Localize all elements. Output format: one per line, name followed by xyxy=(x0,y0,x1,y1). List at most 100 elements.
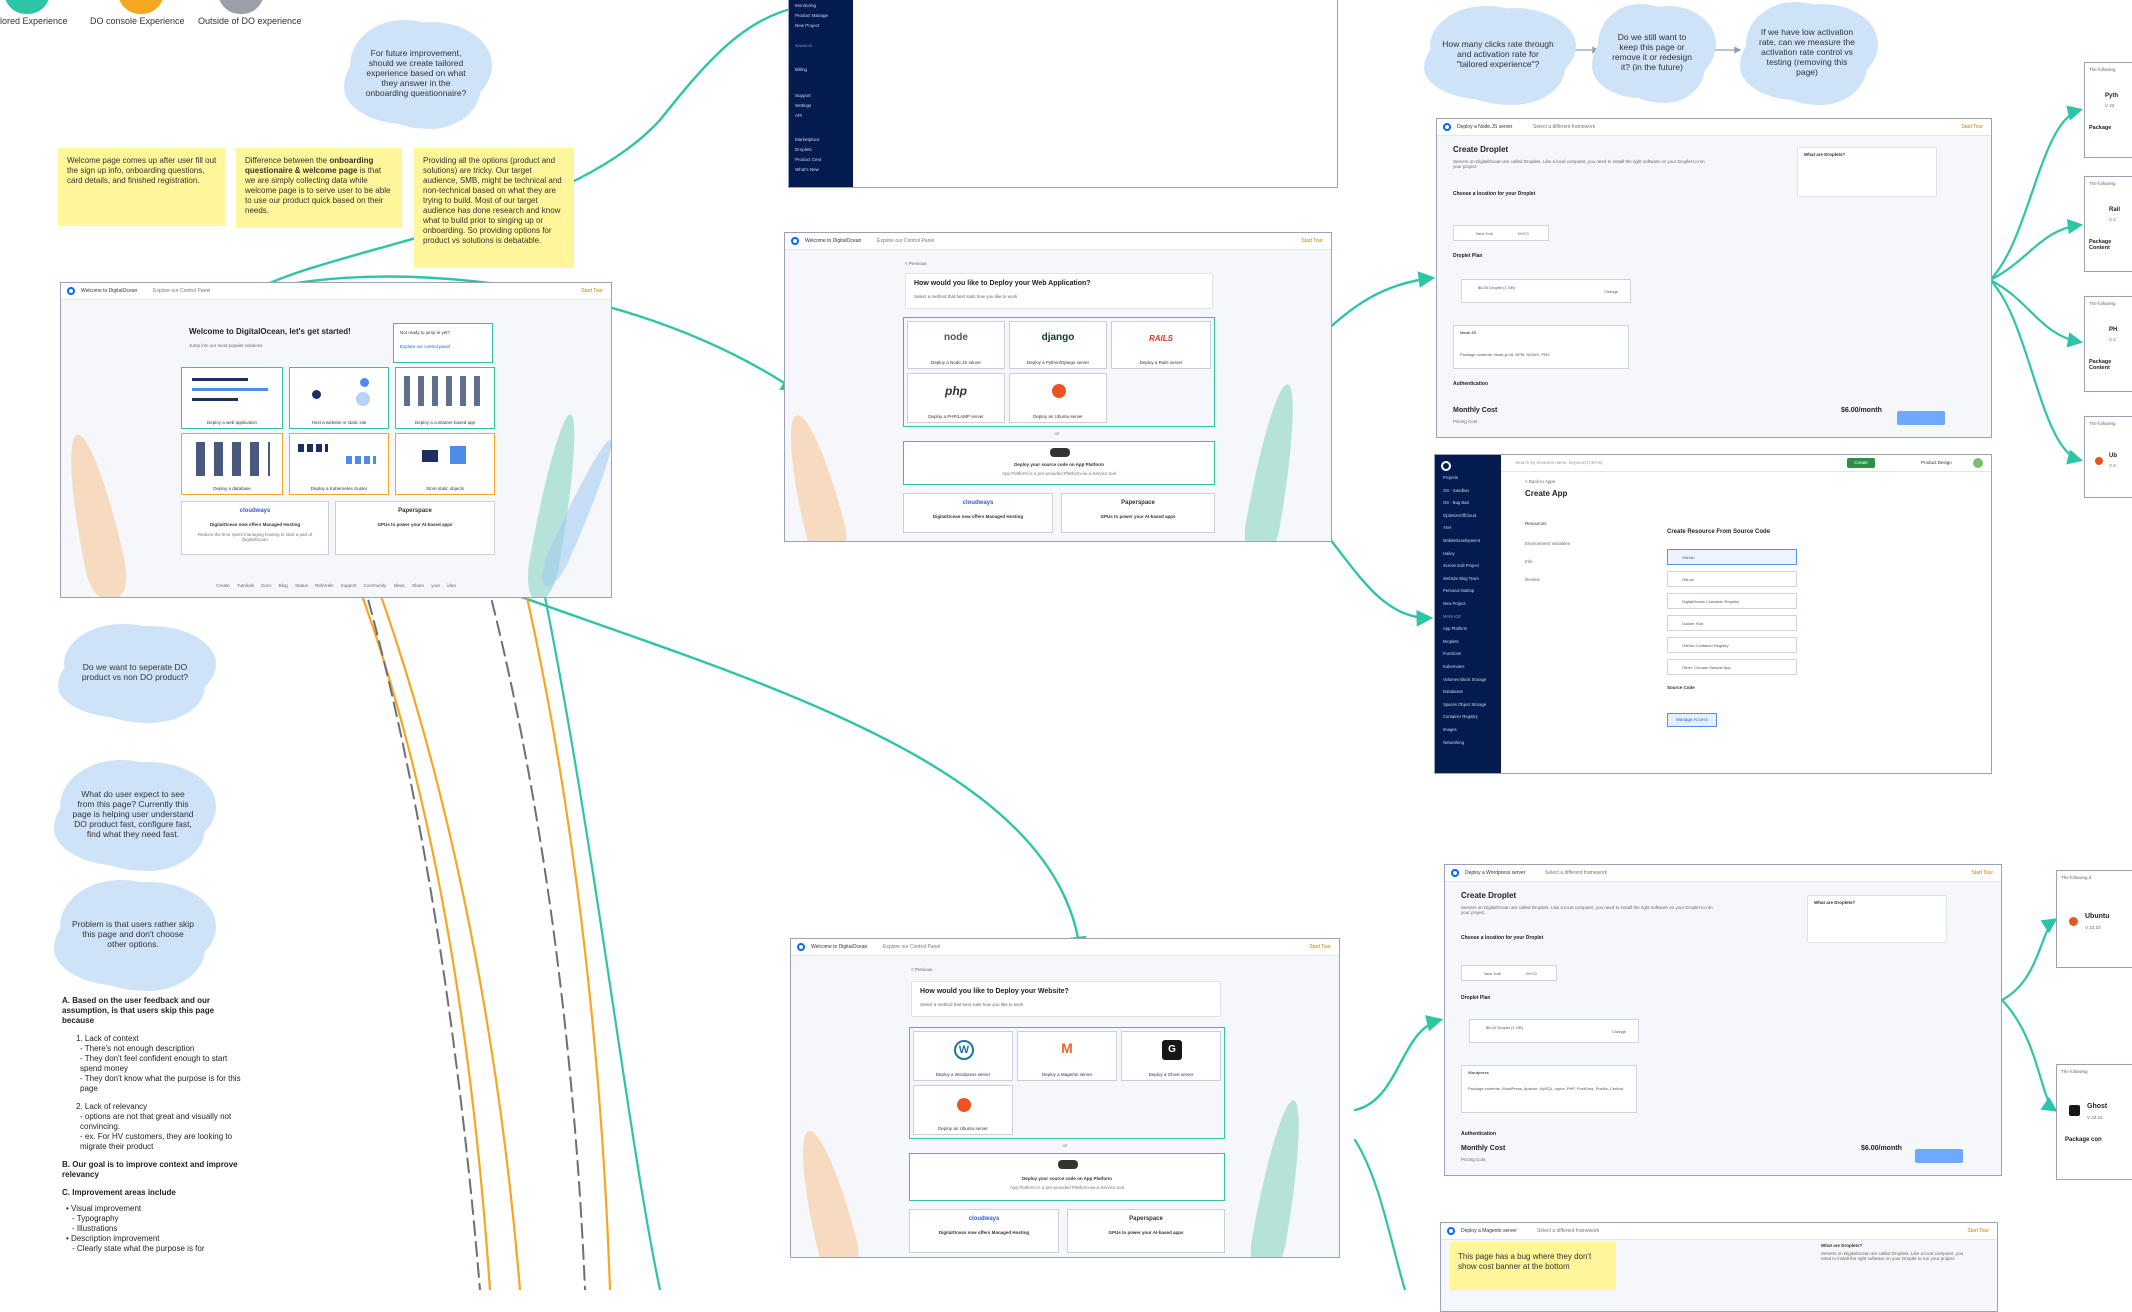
user-menu[interactable]: Product Design xyxy=(1921,460,1952,465)
frame-header-sub[interactable]: Explore our Control Panel xyxy=(153,288,210,294)
deploy-source-card[interactable]: Deploy your source code on App Platform … xyxy=(903,441,1215,485)
sidebar-item[interactable]: Images xyxy=(1443,727,1457,732)
not-ready-card[interactable]: Not ready to jump in yet? Explore our co… xyxy=(393,323,493,363)
sidebar-item[interactable]: What's New xyxy=(795,167,819,172)
step-item[interactable]: Environment Variables xyxy=(1525,541,1570,546)
sidebar-item[interactable]: OS - Sandbox xyxy=(1443,488,1469,493)
promo-paperspace[interactable]: Paperspace GPUs to power your AI-based a… xyxy=(1061,493,1215,533)
avatar[interactable] xyxy=(1973,458,1983,468)
back-link[interactable]: < Previous xyxy=(911,967,932,972)
footer-link[interactable]: Tutorials xyxy=(237,583,254,588)
sidebar-item[interactable]: Databases xyxy=(1443,689,1463,694)
sidebar-item[interactable]: Spaces Object Storage xyxy=(1443,702,1486,707)
promo-cloudways[interactable]: cloudways DigitalOcean now offers Manage… xyxy=(181,501,329,555)
promo-paperspace[interactable]: Paperspace GPUs to power your AI-based a… xyxy=(335,501,495,555)
sidebar-item[interactable]: New Project xyxy=(1443,601,1466,606)
breadcrumb[interactable]: < Back to Apps xyxy=(1525,479,1555,484)
provider-option[interactable]: GitHub Container Registry xyxy=(1667,637,1797,653)
step-item[interactable]: Review xyxy=(1525,577,1540,582)
option-card-web-app[interactable]: Deploy a web application xyxy=(181,367,283,429)
footer-link[interactable]: Create xyxy=(216,583,230,588)
sidebar-item[interactable]: App Platform xyxy=(1443,626,1467,631)
sidebar-item[interactable]: Product Cent xyxy=(795,157,821,162)
promo-paperspace[interactable]: Paperspace GPUs to power your AI-based a… xyxy=(1067,1209,1225,1253)
option-card-container[interactable]: Deploy a container-based app xyxy=(395,367,495,429)
start-tour-link[interactable]: Start Tour xyxy=(1301,238,1323,244)
provider-option[interactable]: Other: Choose Sample App xyxy=(1667,659,1797,675)
option-card-magento[interactable]: M Deploy a Magento server xyxy=(1017,1031,1117,1081)
option-card-wordpress[interactable]: W Deploy a Wordpress server xyxy=(913,1031,1013,1081)
start-tour-link[interactable]: Start Tour xyxy=(1961,124,1983,130)
promo-cloudways[interactable]: cloudways DigitalOcean now offers Manage… xyxy=(909,1209,1059,1253)
plan-change-link[interactable]: Change xyxy=(1604,289,1618,294)
sidebar-item[interactable]: Personal Startup xyxy=(1443,588,1474,593)
sidebar-item[interactable]: Marketplace xyxy=(795,137,820,142)
sidebar-item[interactable]: OS - Bug Bad xyxy=(1443,500,1469,505)
back-link[interactable]: < Previous xyxy=(905,261,926,266)
plan-select[interactable]: $6.00 Droplet (1 GB) Change xyxy=(1469,1019,1639,1043)
promo-cloudways[interactable]: cloudways DigitalOcean now offers Manage… xyxy=(903,493,1053,533)
sidebar-item[interactable]: OptimizeOffCloud xyxy=(1443,513,1476,518)
option-card-database[interactable]: Deploy a database xyxy=(181,433,283,495)
footer-link[interactable]: Docs xyxy=(261,583,271,588)
sidebar-item[interactable]: Product Manage xyxy=(795,13,828,18)
footer-link[interactable]: Status xyxy=(295,583,308,588)
image-card[interactable]: Wordpress Package contents: WordPress, A… xyxy=(1461,1065,1637,1113)
option-card-website[interactable]: Host a website or static site xyxy=(289,367,389,429)
sidebar-item[interactable]: Settings xyxy=(795,103,811,108)
location-select[interactable]: New York NYC3 xyxy=(1453,225,1549,241)
footer-link[interactable]: Ideas xyxy=(394,583,405,588)
option-card-ubuntu[interactable]: Deploy an Ubuntu server xyxy=(913,1085,1013,1135)
option-card-ghost[interactable]: G Deploy a Ghost server xyxy=(1121,1031,1221,1081)
frame-header-sub[interactable]: Select a different framework xyxy=(1533,124,1595,130)
provider-option[interactable]: DigitalOcean Container Registry xyxy=(1667,593,1797,609)
sidebar-item[interactable]: Screen Edit Project xyxy=(1443,563,1479,568)
sidebar-item[interactable]: Functions xyxy=(1443,651,1461,656)
option-card-kubernetes[interactable]: Deploy a Kubernetes cluster xyxy=(289,433,389,495)
provider-option[interactable]: GitHub xyxy=(1667,549,1797,565)
footer-link[interactable]: Share your idea xyxy=(412,583,456,588)
frame-header-sub[interactable]: Select a different framework xyxy=(1545,870,1607,876)
sidebar-item[interactable]: Droplets xyxy=(795,147,812,152)
start-tour-link[interactable]: Start Tour xyxy=(1309,944,1331,950)
option-card-django[interactable]: django Deploy a Python/Django server xyxy=(1009,321,1107,369)
option-card-php[interactable]: php Deploy a PHP/LAMP server xyxy=(907,373,1005,423)
sidebar-item[interactable]: New Project xyxy=(795,23,819,28)
provider-option[interactable]: Docker Hub xyxy=(1667,615,1797,631)
sidebar-item[interactable]: ANA xyxy=(1443,525,1452,530)
sidebar-item[interactable]: MANAGE xyxy=(1443,614,1461,619)
location-select[interactable]: New York NYC3 xyxy=(1461,965,1557,981)
option-card-rails[interactable]: RAILS Deploy a Rails server xyxy=(1111,321,1211,369)
plan-select[interactable]: $6.00 Droplet (1 GB) Change xyxy=(1461,279,1631,303)
sidebar-item[interactable]: Volumes Block Storage xyxy=(1443,677,1486,682)
plan-change-link[interactable]: Change xyxy=(1612,1029,1626,1034)
provider-option[interactable]: GitLab xyxy=(1667,571,1797,587)
frame-header-sub[interactable]: Select a different framework xyxy=(1537,1228,1599,1234)
start-tour-link[interactable]: Start Tour xyxy=(1967,1228,1989,1234)
footer-link[interactable]: Community xyxy=(364,583,387,588)
create-droplet-button[interactable] xyxy=(1915,1149,1963,1163)
manage-access-button[interactable]: Manage Access xyxy=(1667,713,1717,727)
sidebar-item[interactable]: Monitoring xyxy=(795,3,816,8)
explore-control-panel-link[interactable]: Explore our control panel xyxy=(400,344,450,349)
step-item[interactable]: Info xyxy=(1525,559,1533,564)
sidebar-item[interactable]: Billing xyxy=(795,67,807,72)
sidebar-item[interactable]: Projects xyxy=(1443,475,1458,480)
frame-header-sub[interactable]: Explore our Control Panel xyxy=(877,238,934,244)
sidebar-item[interactable]: Kubernetes xyxy=(1443,664,1464,669)
sidebar-item[interactable]: Container Registry xyxy=(1443,714,1478,719)
frame-header-sub[interactable]: Explore our Control Panel xyxy=(883,944,940,950)
option-card-storage[interactable]: Store static objects xyxy=(395,433,495,495)
create-droplet-button[interactable] xyxy=(1897,411,1945,425)
search-input[interactable]: Search by resource name, keyword (Ctrl+B… xyxy=(1515,460,1603,465)
sidebar-item[interactable]: API xyxy=(795,113,802,118)
sidebar-item[interactable]: MobileDevelopment xyxy=(1443,538,1480,543)
create-button[interactable]: Create xyxy=(1847,458,1875,468)
sidebar-item[interactable]: Support xyxy=(795,93,811,98)
footer-link[interactable]: Blog xyxy=(279,583,288,588)
sidebar-item[interactable]: Website Blog Team xyxy=(1443,576,1479,581)
footer-link[interactable]: Support xyxy=(341,583,357,588)
image-card[interactable]: Node.JS Package contents: Node.js 18, NP… xyxy=(1453,325,1629,369)
sidebar-item[interactable]: Droplets xyxy=(1443,639,1459,644)
option-card-node[interactable]: node Deploy a Node.JS server xyxy=(907,321,1005,369)
